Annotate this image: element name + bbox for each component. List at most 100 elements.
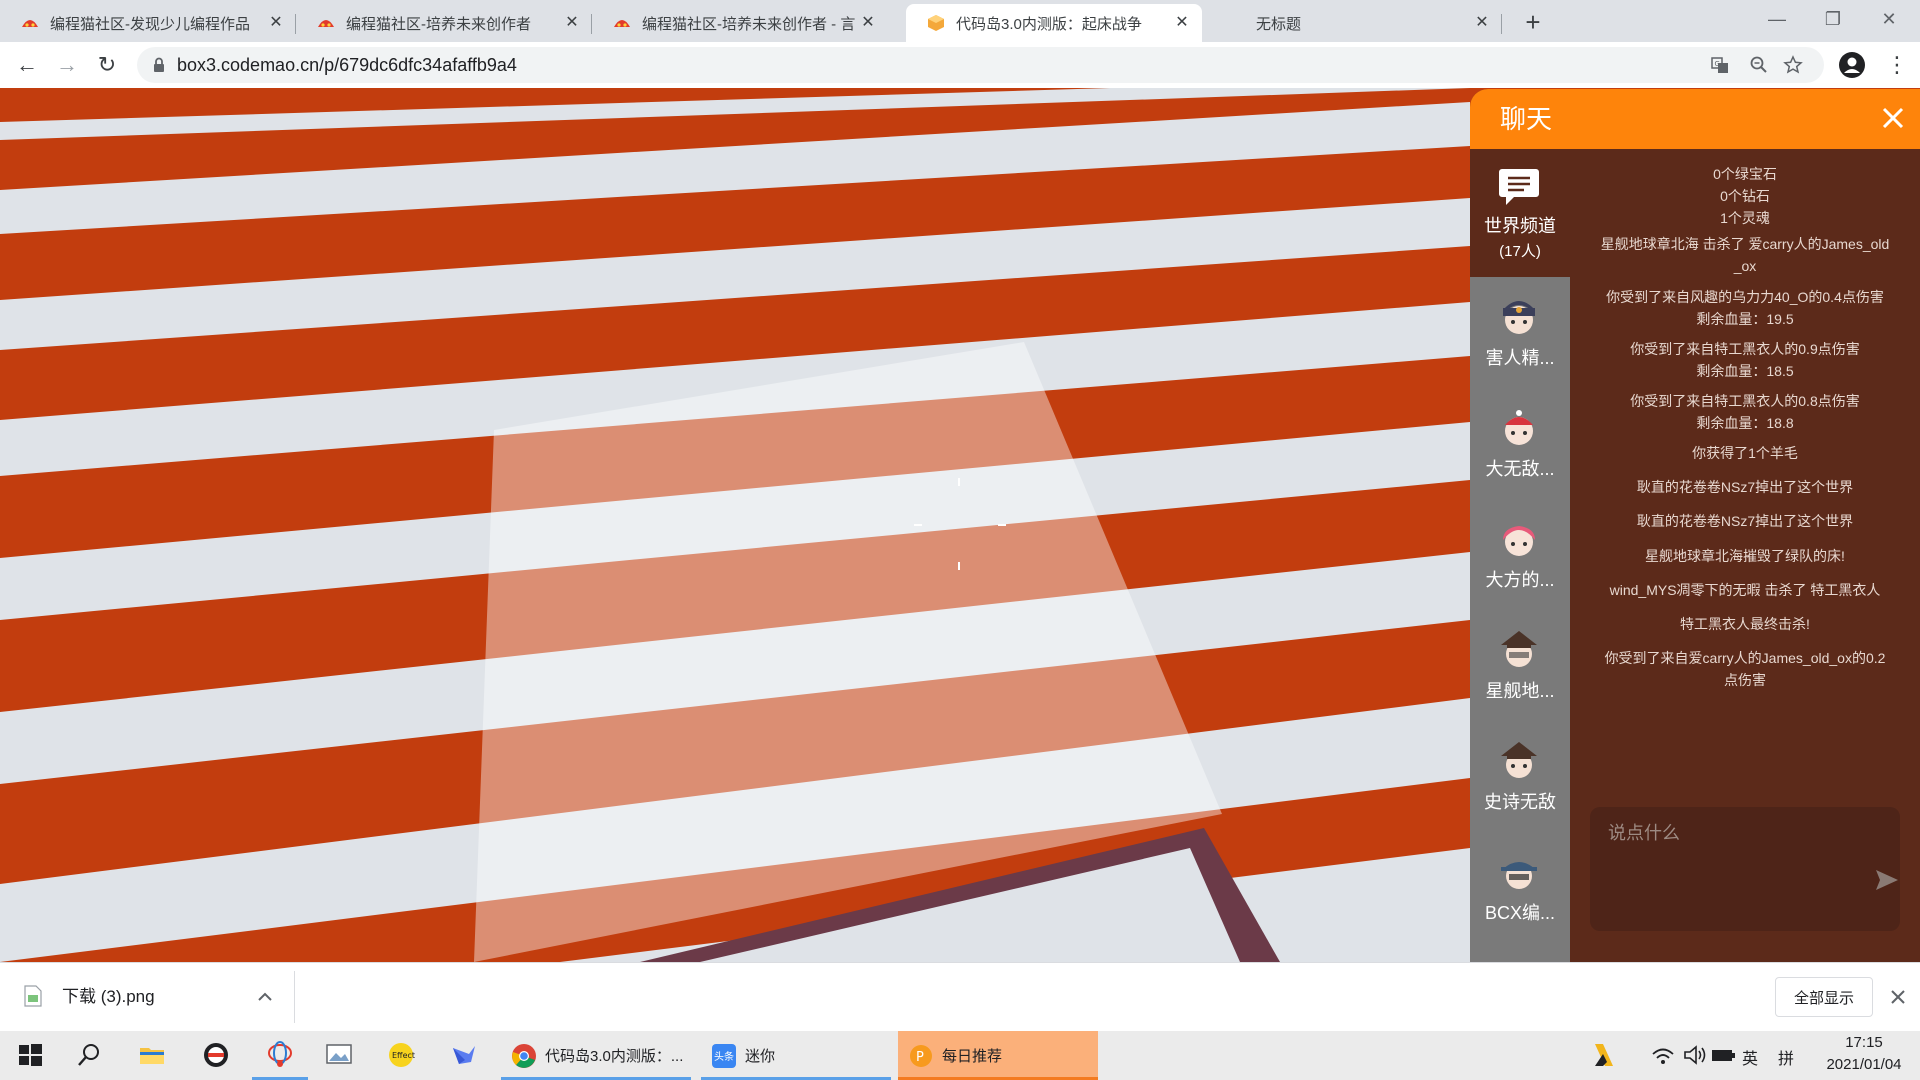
minimize-button[interactable]: —	[1750, 0, 1804, 40]
photos-icon[interactable]	[324, 1040, 354, 1070]
taskbar-app-toutiao[interactable]: 头条 迷你	[701, 1031, 891, 1080]
user-name: 史诗无敌	[1484, 792, 1556, 812]
browser-toolbar: ← → ↻ box3.codemao.cn/p/679dc6dfc34afaff…	[0, 42, 1920, 89]
volume-icon[interactable]	[1680, 1040, 1710, 1070]
tab-close-icon[interactable]: ✕	[1172, 13, 1192, 33]
taskbar-app-label: 迷你	[745, 1048, 776, 1065]
codemao-icon	[614, 20, 630, 27]
lock-icon[interactable]	[149, 55, 169, 75]
file-icon	[24, 985, 42, 1007]
taskbar-app-recommend[interactable]: P 每日推荐	[898, 1031, 1098, 1080]
feishu-icon[interactable]	[449, 1040, 479, 1070]
wifi-icon[interactable]	[1648, 1040, 1678, 1070]
tab-title: 编程猫社区-发现少儿编程作品	[50, 15, 250, 33]
world-channel-label: 世界频道	[1484, 216, 1556, 236]
reload-button[interactable]: ↻	[91, 49, 123, 81]
translate-icon[interactable]: G	[1710, 55, 1730, 75]
app-icon-yellow[interactable]: Effect	[386, 1040, 416, 1070]
user-avatar-icon	[1501, 631, 1537, 667]
close-icon[interactable]	[1888, 987, 1908, 1007]
chat-message: 0个绿宝石 0个钻石 1个灵魂	[1713, 166, 1777, 226]
ime-language[interactable]: 英	[1742, 1045, 1758, 1069]
tab-close-icon[interactable]: ✕	[858, 13, 878, 33]
taskbar-app-active[interactable]	[252, 1031, 308, 1080]
user-name: 害人精...	[1485, 348, 1555, 368]
user-name: 大方的...	[1485, 570, 1555, 590]
browser-tab-2[interactable]: 编程猫社区-培养未来创作者 ✕	[296, 4, 592, 42]
chat-message: 星舰地球章北海 击杀了 爱carry人的James_old _ox	[1600, 236, 1890, 274]
chat-message-list[interactable]: 0个绿宝石 0个钻石 1个灵魂 星舰地球章北海 击杀了 爱carry人的Jame…	[1570, 149, 1920, 799]
browser-tab-4-active[interactable]: 代码岛3.0内测版：起床战争 ✕	[906, 4, 1202, 42]
divider	[294, 971, 295, 1023]
blank-page-icon	[1226, 13, 1246, 33]
profile-avatar-icon[interactable]	[1838, 51, 1866, 79]
clock-time[interactable]: 17:15	[1820, 1034, 1908, 1051]
chat-message: 星舰地球章北海摧毁了绿队的床!	[1645, 548, 1845, 564]
crosshair-top	[958, 478, 960, 486]
chat-input[interactable]	[1590, 807, 1900, 931]
tab-separator	[1501, 14, 1502, 34]
chat-message: 你获得了1个羊毛	[1692, 445, 1798, 461]
windows-taskbar: Effect 代码岛3.0内测版：... 头条 迷你 P 每日推荐 英 拼 17…	[0, 1031, 1920, 1080]
world-channel-item[interactable]: 世界频道 (17人)	[1470, 149, 1570, 277]
paint-icon	[268, 1041, 292, 1067]
windows-start-icon[interactable]	[15, 1040, 45, 1070]
maximize-button[interactable]: ❐	[1806, 0, 1860, 40]
crosshair-bottom	[958, 562, 960, 570]
battery-icon[interactable]	[1708, 1040, 1738, 1070]
chevron-up-icon[interactable]	[255, 987, 275, 1007]
browser-menu-button[interactable]: ⋮	[1886, 50, 1908, 80]
address-bar[interactable]: box3.codemao.cn/p/679dc6dfc34afaffb9a4 G	[137, 47, 1824, 83]
world-channel-count: (17人)	[1499, 243, 1541, 260]
chat-user-item[interactable]: 大方的...	[1470, 499, 1570, 610]
close-icon[interactable]	[1878, 103, 1908, 133]
chat-user-item[interactable]: 害人精...	[1470, 277, 1570, 388]
browser-tab-3[interactable]: 编程猫社区-培养未来创作者 - 言 ✕	[592, 4, 888, 42]
chat-panel: 聊天 世界频道 (17人) 害人精... 大无敌... 大方的... 星舰地..…	[1470, 89, 1920, 962]
back-button[interactable]: ←	[11, 49, 43, 81]
chat-message: wind_MYS凋零下的无暇 击杀了 特工黑衣人	[1609, 582, 1881, 598]
chat-user-item[interactable]: BCX编...	[1470, 832, 1570, 943]
window-close-button[interactable]: ✕	[1862, 0, 1916, 40]
download-bar: 下载 (3).png 全部显示	[0, 962, 1920, 1032]
browser-tab-1[interactable]: 编程猫社区-发现少儿编程作品 ✕	[0, 4, 296, 42]
ime-mode[interactable]: 拼	[1778, 1045, 1794, 1069]
bookmark-star-icon[interactable]	[1783, 55, 1803, 75]
taskbar-app-chrome[interactable]: 代码岛3.0内测版：...	[501, 1031, 691, 1080]
download-file-name[interactable]: 下载 (3).png	[62, 963, 155, 1031]
taskbar-app-label: 每日推荐	[942, 1048, 1003, 1065]
show-all-button[interactable]: 全部显示	[1775, 977, 1873, 1017]
recommend-icon: P	[910, 1044, 932, 1067]
forward-button[interactable]: →	[51, 49, 83, 81]
chat-user-item[interactable]: 大无敌...	[1470, 388, 1570, 499]
chrome-icon	[512, 1043, 536, 1068]
tray-app-icon[interactable]	[1589, 1040, 1619, 1070]
tab-strip: 编程猫社区-发现少儿编程作品 ✕ 编程猫社区-培养未来创作者 ✕ 编程猫社区-培…	[0, 0, 1920, 42]
tab-title: 代码岛3.0内测版：起床战争	[956, 15, 1142, 33]
chat-message: 你受到了来自爱carry人的James_old_ox的0.2 点伤害	[1604, 650, 1886, 688]
send-icon[interactable]	[1875, 869, 1899, 891]
search-icon[interactable]	[74, 1040, 104, 1070]
tab-title: 无标题	[1256, 15, 1302, 33]
tab-close-icon[interactable]: ✕	[1472, 13, 1492, 33]
url-text[interactable]: box3.codemao.cn/p/679dc6dfc34afaffb9a4	[177, 47, 517, 83]
chat-user-item[interactable]: 史诗无敌	[1470, 721, 1570, 832]
user-avatar-icon	[1503, 526, 1535, 556]
clock-date[interactable]: 2021/01/04	[1820, 1056, 1908, 1073]
tab-title: 编程猫社区-培养未来创作者 - 言	[642, 15, 856, 33]
chat-user-item[interactable]: 星舰地...	[1470, 610, 1570, 721]
tab-close-icon[interactable]: ✕	[562, 13, 582, 33]
chat-header: 聊天	[1470, 89, 1920, 149]
svg-text:P: P	[916, 1050, 924, 1065]
chat-message: 你受到了来自特工黑衣人的0.9点伤害 剩余血量：18.5	[1630, 341, 1860, 379]
tab-close-icon[interactable]: ✕	[266, 13, 286, 33]
crosshair-left	[914, 524, 922, 526]
browser-tab-5[interactable]: 无标题 ✕	[1206, 4, 1502, 42]
chat-message: 耿直的花卷卷NSz7掉出了这个世界	[1636, 513, 1854, 529]
file-explorer-icon[interactable]	[137, 1040, 167, 1070]
new-tab-button[interactable]: +	[1519, 8, 1547, 36]
chat-input-area	[1570, 799, 1920, 962]
svg-text:头条: 头条	[714, 1050, 734, 1063]
app-icon-red[interactable]	[201, 1040, 231, 1070]
zoom-icon[interactable]	[1749, 55, 1769, 75]
